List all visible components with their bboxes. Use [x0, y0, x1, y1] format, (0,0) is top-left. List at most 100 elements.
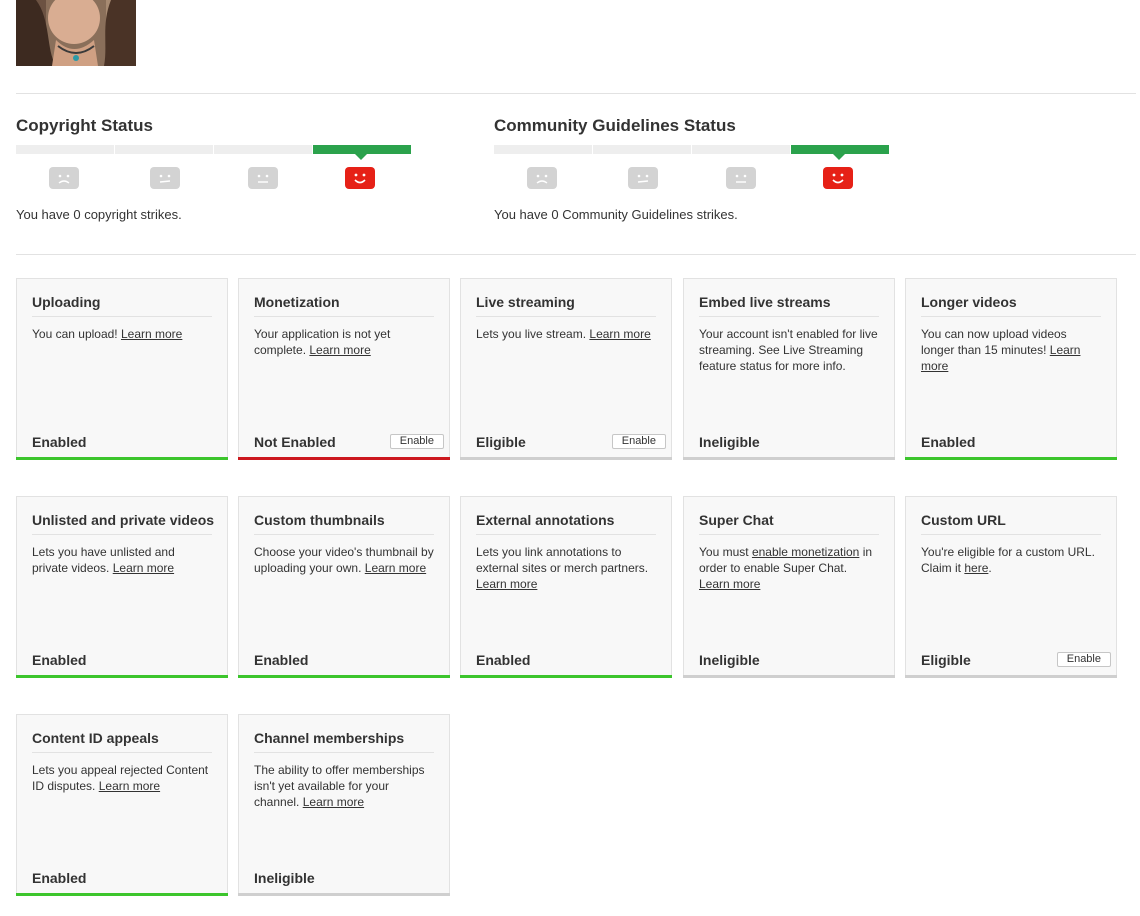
- learn-more-link[interactable]: Learn more: [589, 327, 650, 341]
- unhappy-face-icon: [628, 167, 658, 189]
- feature-card-monetization: Monetization Your application is not yet…: [238, 278, 450, 460]
- feature-description: You can upload! Learn more: [32, 327, 183, 341]
- status-bar: [460, 675, 672, 678]
- happy-face-icon: [823, 167, 853, 189]
- feature-description: You must enable monetization in order to…: [699, 545, 873, 591]
- strike-segment: [16, 145, 114, 154]
- feature-status: Eligible: [476, 434, 526, 450]
- feature-card-custom-thumbnails: Custom thumbnails Choose your video's th…: [238, 496, 450, 678]
- feature-title: Custom thumbnails: [254, 512, 434, 535]
- feature-description: Lets you have unlisted and private video…: [32, 545, 175, 575]
- neutral-face-icon: [726, 167, 756, 189]
- feature-title: Longer videos: [921, 294, 1101, 317]
- learn-more-link[interactable]: Learn more: [699, 577, 760, 591]
- feature-description: You can now upload videos longer than 15…: [921, 327, 1081, 373]
- feature-status: Enabled: [32, 434, 87, 450]
- feature-status: Ineligible: [699, 652, 760, 668]
- status-bar: [238, 457, 450, 460]
- feature-status: Ineligible: [254, 870, 315, 886]
- enable-button[interactable]: Enable: [1056, 652, 1111, 667]
- learn-more-link[interactable]: Learn more: [99, 779, 160, 793]
- community-strike-bar: [494, 145, 894, 160]
- feature-title: Embed live streams: [699, 294, 879, 317]
- status-bar: [16, 457, 228, 460]
- feature-status: Ineligible: [699, 434, 760, 450]
- status-bar: [16, 893, 228, 896]
- strike-segment-current: [791, 145, 889, 160]
- community-status-text: You have 0 Community Guidelines strikes.: [494, 207, 738, 222]
- feature-card-super-chat: Super Chat You must enable monetization …: [683, 496, 895, 678]
- community-guidelines-status: Community Guidelines Status You have 0 C…: [494, 116, 914, 222]
- feature-status: Eligible: [921, 652, 971, 668]
- copyright-status: Copyright Status You have 0 copyright st…: [16, 116, 436, 222]
- top-divider: [16, 93, 1136, 94]
- feature-description: Lets you appeal rejected Content ID disp…: [32, 763, 209, 793]
- status-bar: [460, 457, 672, 460]
- sad-face-icon: [527, 167, 557, 189]
- learn-more-link[interactable]: Learn more: [113, 561, 174, 575]
- sad-face-icon: [49, 167, 79, 189]
- learn-more-link[interactable]: Learn more: [365, 561, 426, 575]
- feature-card-embed-live-streams: Embed live streams Your account isn't en…: [683, 278, 895, 460]
- enable-monetization-link[interactable]: enable monetization: [752, 545, 859, 559]
- feature-status: Enabled: [32, 870, 87, 886]
- strike-segment: [494, 145, 592, 154]
- feature-status: Enabled: [921, 434, 976, 450]
- strike-segment: [593, 145, 691, 154]
- status-bar: [238, 675, 450, 678]
- claim-url-link[interactable]: here: [964, 561, 988, 575]
- community-status-title: Community Guidelines Status: [494, 116, 736, 135]
- feature-status: Enabled: [32, 652, 87, 668]
- feature-status: Not Enabled: [254, 434, 336, 450]
- status-bar: [238, 893, 450, 896]
- strike-segment-current: [313, 145, 411, 160]
- feature-card-uploading: Uploading You can upload! Learn more Ena…: [16, 278, 228, 460]
- status-bar: [683, 457, 895, 460]
- learn-more-link[interactable]: Learn more: [303, 795, 364, 809]
- copyright-status-text: You have 0 copyright strikes.: [16, 207, 182, 222]
- feature-title: Super Chat: [699, 512, 879, 535]
- strike-segment: [692, 145, 790, 154]
- status-bar: [16, 675, 228, 678]
- status-bar: [905, 675, 1117, 678]
- feature-title: Content ID appeals: [32, 730, 212, 753]
- feature-description: Your account isn't enabled for live stre…: [699, 327, 878, 373]
- feature-description: The ability to offer memberships isn't y…: [254, 763, 425, 809]
- feature-title: Uploading: [32, 294, 212, 317]
- feature-status: Enabled: [254, 652, 309, 668]
- feature-card-external-annotations: External annotations Lets you link annot…: [460, 496, 672, 678]
- enable-button[interactable]: Enable: [611, 434, 666, 449]
- feature-title: Live streaming: [476, 294, 656, 317]
- strike-segment: [115, 145, 213, 154]
- feature-card-longer-videos: Longer videos You can now upload videos …: [905, 278, 1117, 460]
- learn-more-link[interactable]: Learn more: [121, 327, 182, 341]
- feature-card-unlisted-private-videos: Unlisted and private videos Lets you hav…: [16, 496, 228, 678]
- feature-description: Lets you live stream. Learn more: [476, 327, 651, 341]
- feature-description: Your application is not yet complete. Le…: [254, 327, 391, 357]
- feature-title: Unlisted and private videos: [32, 512, 214, 535]
- channel-avatar[interactable]: [16, 0, 136, 66]
- feature-description: Lets you link annotations to external si…: [476, 545, 649, 591]
- strike-segment: [214, 145, 312, 154]
- neutral-face-icon: [248, 167, 278, 189]
- status-bar: [905, 457, 1117, 460]
- feature-card-custom-url: Custom URL You're eligible for a custom …: [905, 496, 1117, 678]
- happy-face-icon: [345, 167, 375, 189]
- enable-button[interactable]: Enable: [389, 434, 444, 449]
- feature-description: You're eligible for a custom URL. Claim …: [921, 545, 1095, 575]
- unhappy-face-icon: [150, 167, 180, 189]
- learn-more-link[interactable]: Learn more: [309, 343, 370, 357]
- copyright-status-title: Copyright Status: [16, 116, 153, 135]
- middle-divider: [16, 254, 1136, 255]
- feature-title: Monetization: [254, 294, 434, 317]
- feature-description: Choose your video's thumbnail by uploadi…: [254, 545, 434, 575]
- copyright-strike-bar: [16, 145, 416, 160]
- feature-title: Channel memberships: [254, 730, 434, 753]
- learn-more-link[interactable]: Learn more: [476, 577, 537, 591]
- status-bar: [683, 675, 895, 678]
- feature-title: External annotations: [476, 512, 656, 535]
- feature-card-content-id-appeals: Content ID appeals Lets you appeal rejec…: [16, 714, 228, 896]
- feature-card-live-streaming: Live streaming Lets you live stream. Lea…: [460, 278, 672, 460]
- feature-title: Custom URL: [921, 512, 1101, 535]
- feature-card-channel-memberships: Channel memberships The ability to offer…: [238, 714, 450, 896]
